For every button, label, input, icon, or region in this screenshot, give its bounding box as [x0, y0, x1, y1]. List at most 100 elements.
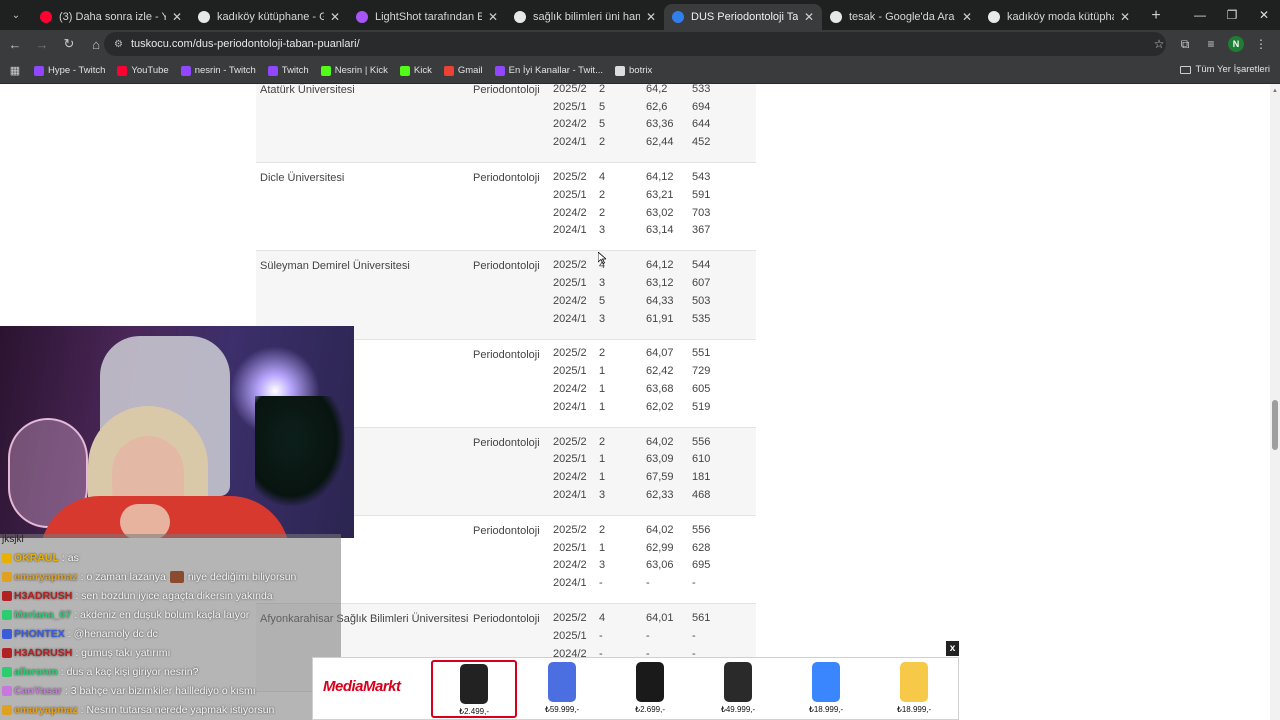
department-cell: Periodontoloji [473, 84, 553, 164]
bookmark-item[interactable]: nesrin - Twitch [180, 65, 256, 76]
browser-tab[interactable]: (3) Daha sonra izle - YouTube ✕ [32, 4, 190, 30]
score-cell: 2025/1 [553, 541, 587, 554]
forward-icon[interactable]: → [30, 32, 54, 56]
site-info-icon[interactable]: ⚙ [114, 39, 123, 50]
chat-badge-icon [2, 609, 12, 620]
scroll-thumb[interactable] [1272, 400, 1278, 450]
browser-tab[interactable]: kadıköy moda kütüphane - Go ✕ [980, 4, 1138, 30]
google-icon [514, 11, 526, 23]
ad-product[interactable]: ₺59.999,- [519, 660, 605, 718]
department-cell: Periodontoloji [473, 515, 553, 605]
bookmark-label: Nesrin | Kick [334, 65, 388, 76]
score-line: 2025/2 2 64,07 551 [553, 345, 756, 363]
all-bookmarks-button[interactable]: Tüm Yer İşaretleri [1179, 64, 1270, 75]
apps-grid-icon[interactable]: ▦ [2, 58, 28, 84]
bookmark-item[interactable]: botrix [615, 65, 652, 76]
bookmark-item[interactable]: Nesrin | Kick [320, 65, 388, 76]
bookmark-item[interactable]: Hype - Twitch [34, 65, 105, 76]
score-cell: 2 [599, 188, 606, 201]
score-line: 2025/1 1 62,99 628 [553, 539, 756, 557]
google-icon [198, 11, 210, 23]
product-price: ₺2.699,- [635, 705, 665, 714]
score-line: 2024/2 5 64,33 503 [553, 292, 756, 310]
back-icon[interactable]: ← [3, 32, 27, 56]
score-cell: 64,02 [646, 435, 674, 448]
chat-message: OKRAUL : as [2, 548, 79, 567]
google-icon [830, 11, 842, 23]
ad-banner[interactable]: MediaMarkt ₺2.499,- ₺59.999,- ₺2.699,- ₺… [312, 657, 959, 720]
chat-username: PHONTEX [14, 627, 65, 640]
close-tab-icon[interactable]: ✕ [962, 10, 972, 24]
bookmark-item[interactable]: YouTube [117, 65, 169, 76]
new-tab-icon[interactable]: + [1144, 4, 1168, 28]
reload-icon[interactable]: ↻ [57, 32, 81, 56]
bookmark-item[interactable]: Gmail [443, 65, 483, 76]
close-tab-icon[interactable]: ✕ [804, 10, 814, 24]
twitch-icon [34, 65, 44, 76]
close-tab-icon[interactable]: ✕ [330, 10, 340, 24]
score-cell: 62,99 [646, 541, 674, 554]
bookmark-item[interactable]: Twitch [267, 65, 309, 76]
chat-badge-icon [2, 647, 12, 658]
page-scrollbar[interactable]: ▲ [1270, 84, 1280, 720]
score-cell: 2024/1 [553, 312, 587, 325]
score-cell: 64,12 [646, 259, 674, 272]
window-controls: — ❐ ✕ [1184, 0, 1280, 30]
browser-tab[interactable]: kadıköy kütüphane - Google'da ✕ [190, 4, 348, 30]
close-tab-icon[interactable]: ✕ [1120, 10, 1130, 24]
ad-close-button[interactable]: x [946, 641, 959, 656]
close-tab-icon[interactable]: ✕ [646, 10, 656, 24]
browser-tab[interactable]: LightShot tarafından Ekran Gör ✕ [348, 4, 506, 30]
score-cell: 694 [692, 100, 711, 113]
tab-search-icon[interactable]: ⌄ [4, 4, 28, 26]
browser-tab[interactable]: DUS Periodontoloji Taban Puan ✕ [664, 4, 822, 30]
score-cell: 63,02 [646, 206, 674, 219]
bookmark-list: Hype - Twitch YouTube nesrin - Twitch Tw… [34, 65, 664, 76]
close-tab-icon[interactable]: ✕ [488, 10, 498, 24]
score-line: 2025/2 2 64,02 556 [553, 433, 756, 451]
ad-product[interactable]: ₺2.699,- [607, 660, 693, 718]
bookmark-item[interactable]: En İyi Kanallar - Twit... [494, 65, 603, 76]
kick-icon [399, 65, 410, 76]
youtube-icon [117, 65, 128, 76]
profile-avatar[interactable]: N [1228, 36, 1244, 52]
extensions-icon[interactable]: ⧉ [1172, 32, 1198, 56]
score-cell: 3 [599, 224, 606, 237]
score-cell: - [692, 577, 696, 590]
ad-product[interactable]: ₺49.999,- [695, 660, 781, 718]
twitch-icon [494, 65, 505, 76]
score-line: 2025/2 2 64,02 556 [553, 521, 756, 539]
chat-text-suffix: niye dediğimi biliyorsun [187, 570, 297, 583]
tuskocu-icon [672, 11, 684, 23]
close-window-icon[interactable]: ✕ [1248, 0, 1280, 30]
score-cell: 551 [692, 347, 711, 360]
ad-product[interactable]: ₺18.999,- [871, 660, 957, 718]
score-cell: 695 [692, 559, 711, 572]
score-cell: 181 [692, 471, 711, 484]
chat-username: CanYasar [14, 684, 62, 697]
score-cell: 2025/1 [553, 100, 587, 113]
score-line: 2025/1- - - [553, 627, 756, 645]
bookmark-item[interactable]: Kick [399, 65, 432, 76]
maximize-icon[interactable]: ❐ [1216, 0, 1248, 30]
bookmark-label: En İyi Kanallar - Twit... [508, 65, 603, 76]
scroll-up-icon[interactable]: ▲ [1272, 88, 1278, 94]
bookmark-star-icon[interactable]: ☆ [1146, 32, 1172, 56]
close-tab-icon[interactable]: ✕ [172, 10, 182, 24]
browser-tab[interactable]: tesak - Google'da Ara ✕ [822, 4, 980, 30]
score-cell: 644 [692, 118, 711, 131]
menu-icon[interactable]: ⋮ [1248, 32, 1274, 56]
score-cell: 2025/1 [553, 629, 587, 642]
kick-icon [320, 65, 331, 76]
score-cell: 4 [599, 259, 606, 272]
media-controls-icon[interactable]: ≡ [1198, 32, 1224, 56]
browser-tab[interactable]: sağlık bilimleri üni hamidiye - G ✕ [506, 4, 664, 30]
ad-product[interactable]: ₺18.999,- [783, 660, 869, 718]
chat-text: : 3 bahçe var bizimkiler halllediyo o kı… [64, 684, 256, 697]
score-cell: 2024/2 [553, 383, 587, 396]
score-cell: - [599, 629, 603, 642]
ad-product[interactable]: ₺2.499,- [431, 660, 517, 718]
address-bar[interactable]: ⚙ tuskocu.com/dus-periodontoloji-taban-p… [104, 32, 1166, 56]
score-cell: 2025/2 [553, 347, 587, 360]
minimize-icon[interactable]: — [1184, 0, 1216, 30]
